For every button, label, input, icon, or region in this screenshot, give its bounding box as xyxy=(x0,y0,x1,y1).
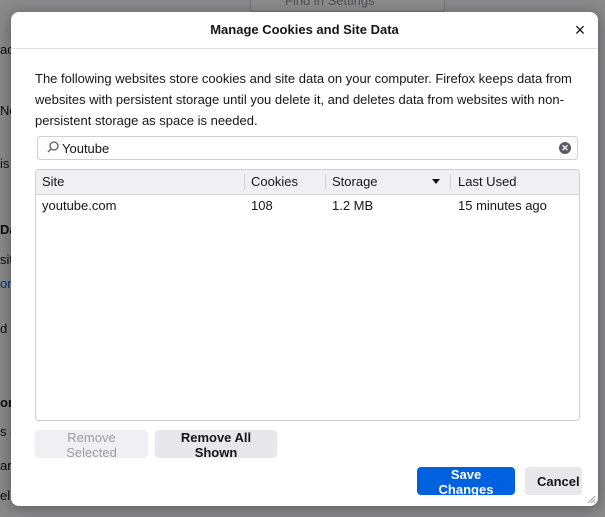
search-field[interactable]: ✕ xyxy=(37,136,578,160)
remove-all-shown-button[interactable]: Remove All Shown xyxy=(155,430,277,460)
manage-cookies-dialog: Manage Cookies and Site Data × The follo… xyxy=(11,12,598,506)
search-input[interactable] xyxy=(62,137,542,159)
cell-cookies: 108 xyxy=(251,198,273,213)
cancel-button[interactable]: Cancel xyxy=(525,467,582,495)
dialog-header: Manage Cookies and Site Data × xyxy=(11,12,598,49)
clear-icon[interactable]: ✕ xyxy=(559,142,571,154)
dialog-title: Manage Cookies and Site Data xyxy=(210,22,399,37)
site-data-table: Site Cookies Storage Last Used youtube.c… xyxy=(35,169,580,421)
remove-selected-button[interactable]: Remove Selected xyxy=(35,430,148,460)
cell-site: youtube.com xyxy=(42,198,117,213)
search-icon xyxy=(47,141,59,153)
cell-last-used: 15 minutes ago xyxy=(458,198,547,213)
close-icon: × xyxy=(574,20,586,40)
table-row[interactable]: youtube.com 108 1.2 MB 15 minutes ago xyxy=(36,194,579,218)
close-button[interactable]: × xyxy=(568,18,592,42)
column-separator[interactable] xyxy=(450,174,451,190)
dialog-description: The following websites store cookies and… xyxy=(35,71,572,128)
save-changes-button[interactable]: Save Changes xyxy=(417,467,515,497)
table-header: Site Cookies Storage Last Used xyxy=(36,170,579,195)
sort-descending-icon xyxy=(432,179,440,184)
column-header-last-used[interactable]: Last Used xyxy=(452,170,579,194)
column-header-site[interactable]: Site xyxy=(36,170,244,194)
column-header-cookies[interactable]: Cookies xyxy=(245,170,325,194)
resize-grip-icon[interactable] xyxy=(586,494,596,504)
cell-storage: 1.2 MB xyxy=(332,198,374,213)
